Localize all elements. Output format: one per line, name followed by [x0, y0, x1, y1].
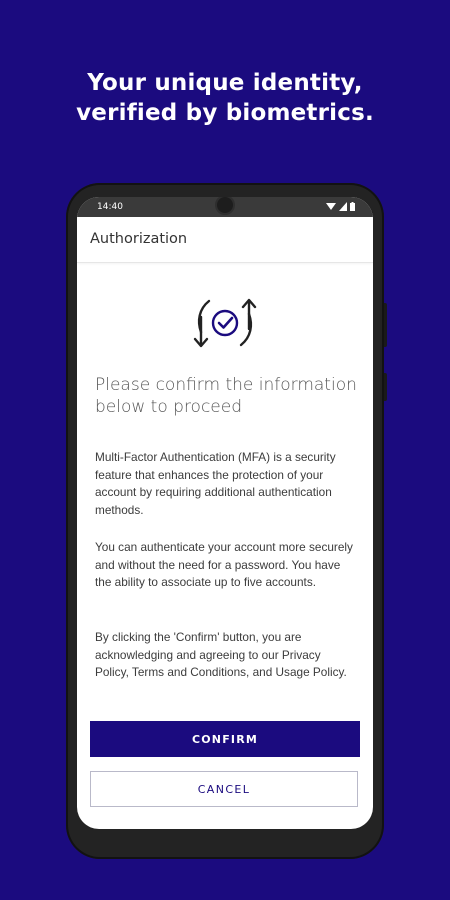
app-bar-title: Authorization — [90, 231, 188, 247]
phone-screen: 14:40 Authorization Please confirm the i… — [77, 197, 373, 829]
volume-button — [384, 303, 387, 347]
agreement-notice: By clicking the 'Confirm' button, you ar… — [95, 630, 347, 679]
status-icons — [326, 202, 355, 211]
power-button — [384, 373, 387, 401]
confirm-heading: Please confirm the information below to … — [95, 375, 357, 417]
front-camera — [215, 197, 235, 215]
cancel-button[interactable]: CANCEL — [90, 771, 358, 807]
promo-headline-line-1: Your unique identity, — [87, 70, 363, 96]
promo-headline-line-2: verified by biometrics. — [76, 100, 374, 126]
promo-headline: Your unique identity, verified by biomet… — [0, 68, 450, 128]
status-time: 14:40 — [97, 202, 123, 212]
signal-icon — [339, 202, 347, 211]
confirm-button[interactable]: CONFIRM — [90, 721, 360, 757]
battery-icon — [350, 202, 355, 211]
phone-frame: 14:40 Authorization Please confirm the i… — [66, 183, 387, 859]
status-bar: 14:40 — [77, 197, 373, 217]
wifi-icon — [326, 203, 336, 210]
sync-check-icon — [193, 298, 257, 348]
account-description: You can authenticate your account more s… — [95, 540, 353, 589]
mfa-description: Multi-Factor Authentication (MFA) is a s… — [95, 450, 336, 517]
app-bar: Authorization — [77, 217, 373, 263]
